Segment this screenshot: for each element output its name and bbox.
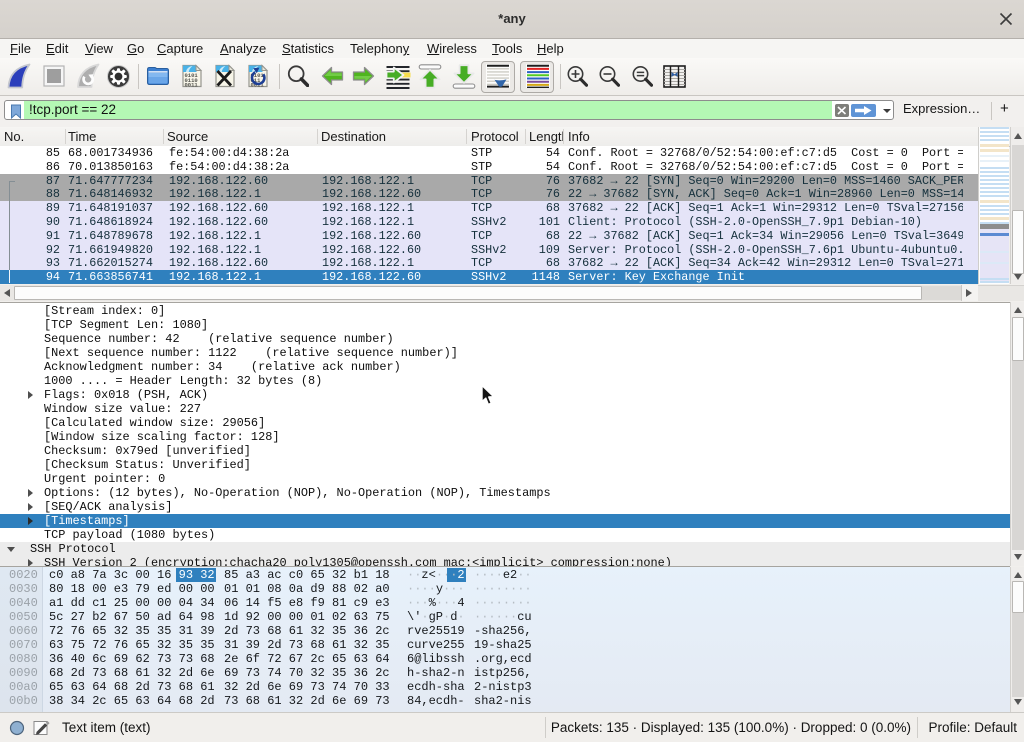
svg-text:0011: 0011	[185, 81, 199, 88]
